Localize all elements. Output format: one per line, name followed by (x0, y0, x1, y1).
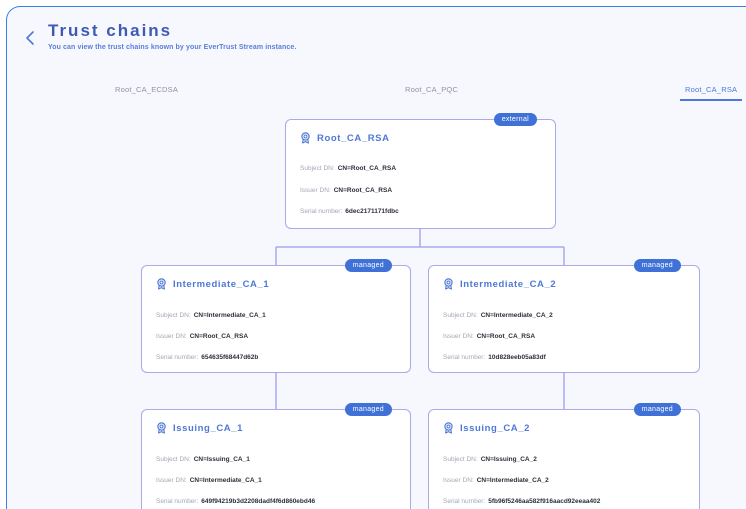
serial-number-value: 654635f68447d62b (201, 354, 259, 361)
card-root-ca-rsa[interactable]: external Root_CA_RSA Subject DN: CN=Root_… (285, 113, 556, 229)
serial-number-row: Serial number: 649f94219b3d2208dadf4f6d86… (156, 498, 315, 505)
subject-dn-label: Subject DN: (443, 456, 478, 463)
serial-number-row: Serial number: 654635f68447d62b (156, 354, 258, 361)
certificate-icon (157, 422, 166, 434)
status-badge: managed (344, 259, 392, 272)
card-title[interactable]: Intermediate_CA_1 (156, 278, 269, 290)
subject-dn-row: Subject DN: CN=Issuing_CA_1 (156, 456, 250, 463)
serial-number-value: 649f94219b3d2208dadf4f6d860ebd46 (201, 498, 316, 505)
serial-number-label: Serial number: (156, 354, 199, 361)
subject-dn-value: CN=Intermediate_CA_2 (480, 312, 553, 319)
subject-dn-label: Subject DN: (156, 456, 191, 463)
ca-name: Issuing_CA_1 (173, 422, 244, 434)
subject-dn-value: CN=Issuing_CA_1 (193, 456, 250, 463)
card-title[interactable]: Root_CA_RSA (300, 132, 390, 144)
ca-name: Intermediate_CA_2 (460, 278, 557, 290)
issuer-dn-row: Issuer DN: CN=Root_CA_RSA (300, 187, 392, 194)
subject-dn-row: Subject DN: CN=Root_CA_RSA (300, 165, 396, 172)
issuer-dn-row: Issuer DN: CN=Root_CA_RSA (443, 333, 535, 340)
card-intermediate-ca-1[interactable]: managed Intermediate_CA_1 Subject DN: CN=… (141, 259, 411, 373)
trust-chains-panel: Trust chains You can view the trust chai… (6, 6, 746, 509)
subject-dn-row: Subject DN: CN=Issuing_CA_2 (443, 456, 537, 463)
subject-dn-row: Subject DN: CN=Intermediate_CA_2 (443, 312, 553, 319)
card-issuing-ca-2[interactable]: managed Issuing_CA_2 Subject DN: CN=Issui… (428, 403, 700, 509)
card-title[interactable]: Intermediate_CA_2 (443, 278, 556, 290)
serial-number-label: Serial number: (156, 498, 199, 505)
serial-number-value: 6dec2171171fdbc (345, 208, 399, 215)
status-badge: managed (633, 403, 681, 416)
issuer-dn-label: Issuer DN: (156, 333, 187, 340)
serial-number-value: 5fb96f5246aa582f916aacd92eeaa402 (488, 498, 601, 505)
serial-number-label: Serial number: (443, 354, 486, 361)
serial-number-value: 10d828eeb05a83df (488, 354, 546, 361)
subject-dn-label: Subject DN: (443, 312, 478, 319)
subject-dn-value: CN=Intermediate_CA_1 (193, 312, 266, 319)
issuer-dn-value: CN=Intermediate_CA_2 (476, 477, 549, 484)
subject-dn-value: CN=Root_CA_RSA (337, 165, 397, 172)
subject-dn-value: CN=Issuing_CA_2 (480, 456, 537, 463)
issuer-dn-value: CN=Root_CA_RSA (476, 333, 536, 340)
certificate-icon (301, 132, 310, 144)
card-title[interactable]: Issuing_CA_1 (156, 422, 243, 434)
status-badge: managed (344, 403, 392, 416)
serial-number-row: Serial number: 6dec2171171fdbc (300, 208, 399, 215)
certificate-icon (444, 278, 453, 290)
subject-dn-label: Subject DN: (156, 312, 191, 319)
subject-dn-row: Subject DN: CN=Intermediate_CA_1 (156, 312, 266, 319)
serial-number-label: Serial number: (300, 208, 343, 215)
serial-number-row: Serial number: 10d828eeb05a83df (443, 354, 546, 361)
issuer-dn-value: CN=Intermediate_CA_1 (189, 477, 262, 484)
issuer-dn-label: Issuer DN: (300, 187, 331, 194)
status-badge: external (493, 113, 537, 126)
card-issuing-ca-1[interactable]: managed Issuing_CA_1 Subject DN: CN=Issui… (141, 403, 411, 509)
serial-number-label: Serial number: (443, 498, 486, 505)
card-intermediate-ca-2[interactable]: managed Intermediate_CA_2 Subject DN: CN=… (428, 259, 700, 373)
certificate-icon (157, 278, 166, 290)
subject-dn-label: Subject DN: (300, 165, 335, 172)
issuer-dn-value: CN=Root_CA_RSA (189, 333, 249, 340)
issuer-dn-row: Issuer DN: CN=Root_CA_RSA (156, 333, 248, 340)
issuer-dn-label: Issuer DN: (443, 477, 474, 484)
issuer-dn-label: Issuer DN: (156, 477, 187, 484)
serial-number-row: Serial number: 5fb96f5246aa582f916aacd92e… (443, 498, 600, 505)
certificate-icon (444, 422, 453, 434)
issuer-dn-row: Issuer DN: CN=Intermediate_CA_1 (156, 477, 262, 484)
ca-name: Issuing_CA_2 (460, 422, 531, 434)
issuer-dn-value: CN=Root_CA_RSA (333, 187, 393, 194)
card-title[interactable]: Issuing_CA_2 (443, 422, 530, 434)
status-badge: managed (633, 259, 681, 272)
issuer-dn-row: Issuer DN: CN=Intermediate_CA_2 (443, 477, 549, 484)
issuer-dn-label: Issuer DN: (443, 333, 474, 340)
ca-name: Intermediate_CA_1 (173, 278, 270, 290)
ca-name: Root_CA_RSA (317, 132, 390, 144)
